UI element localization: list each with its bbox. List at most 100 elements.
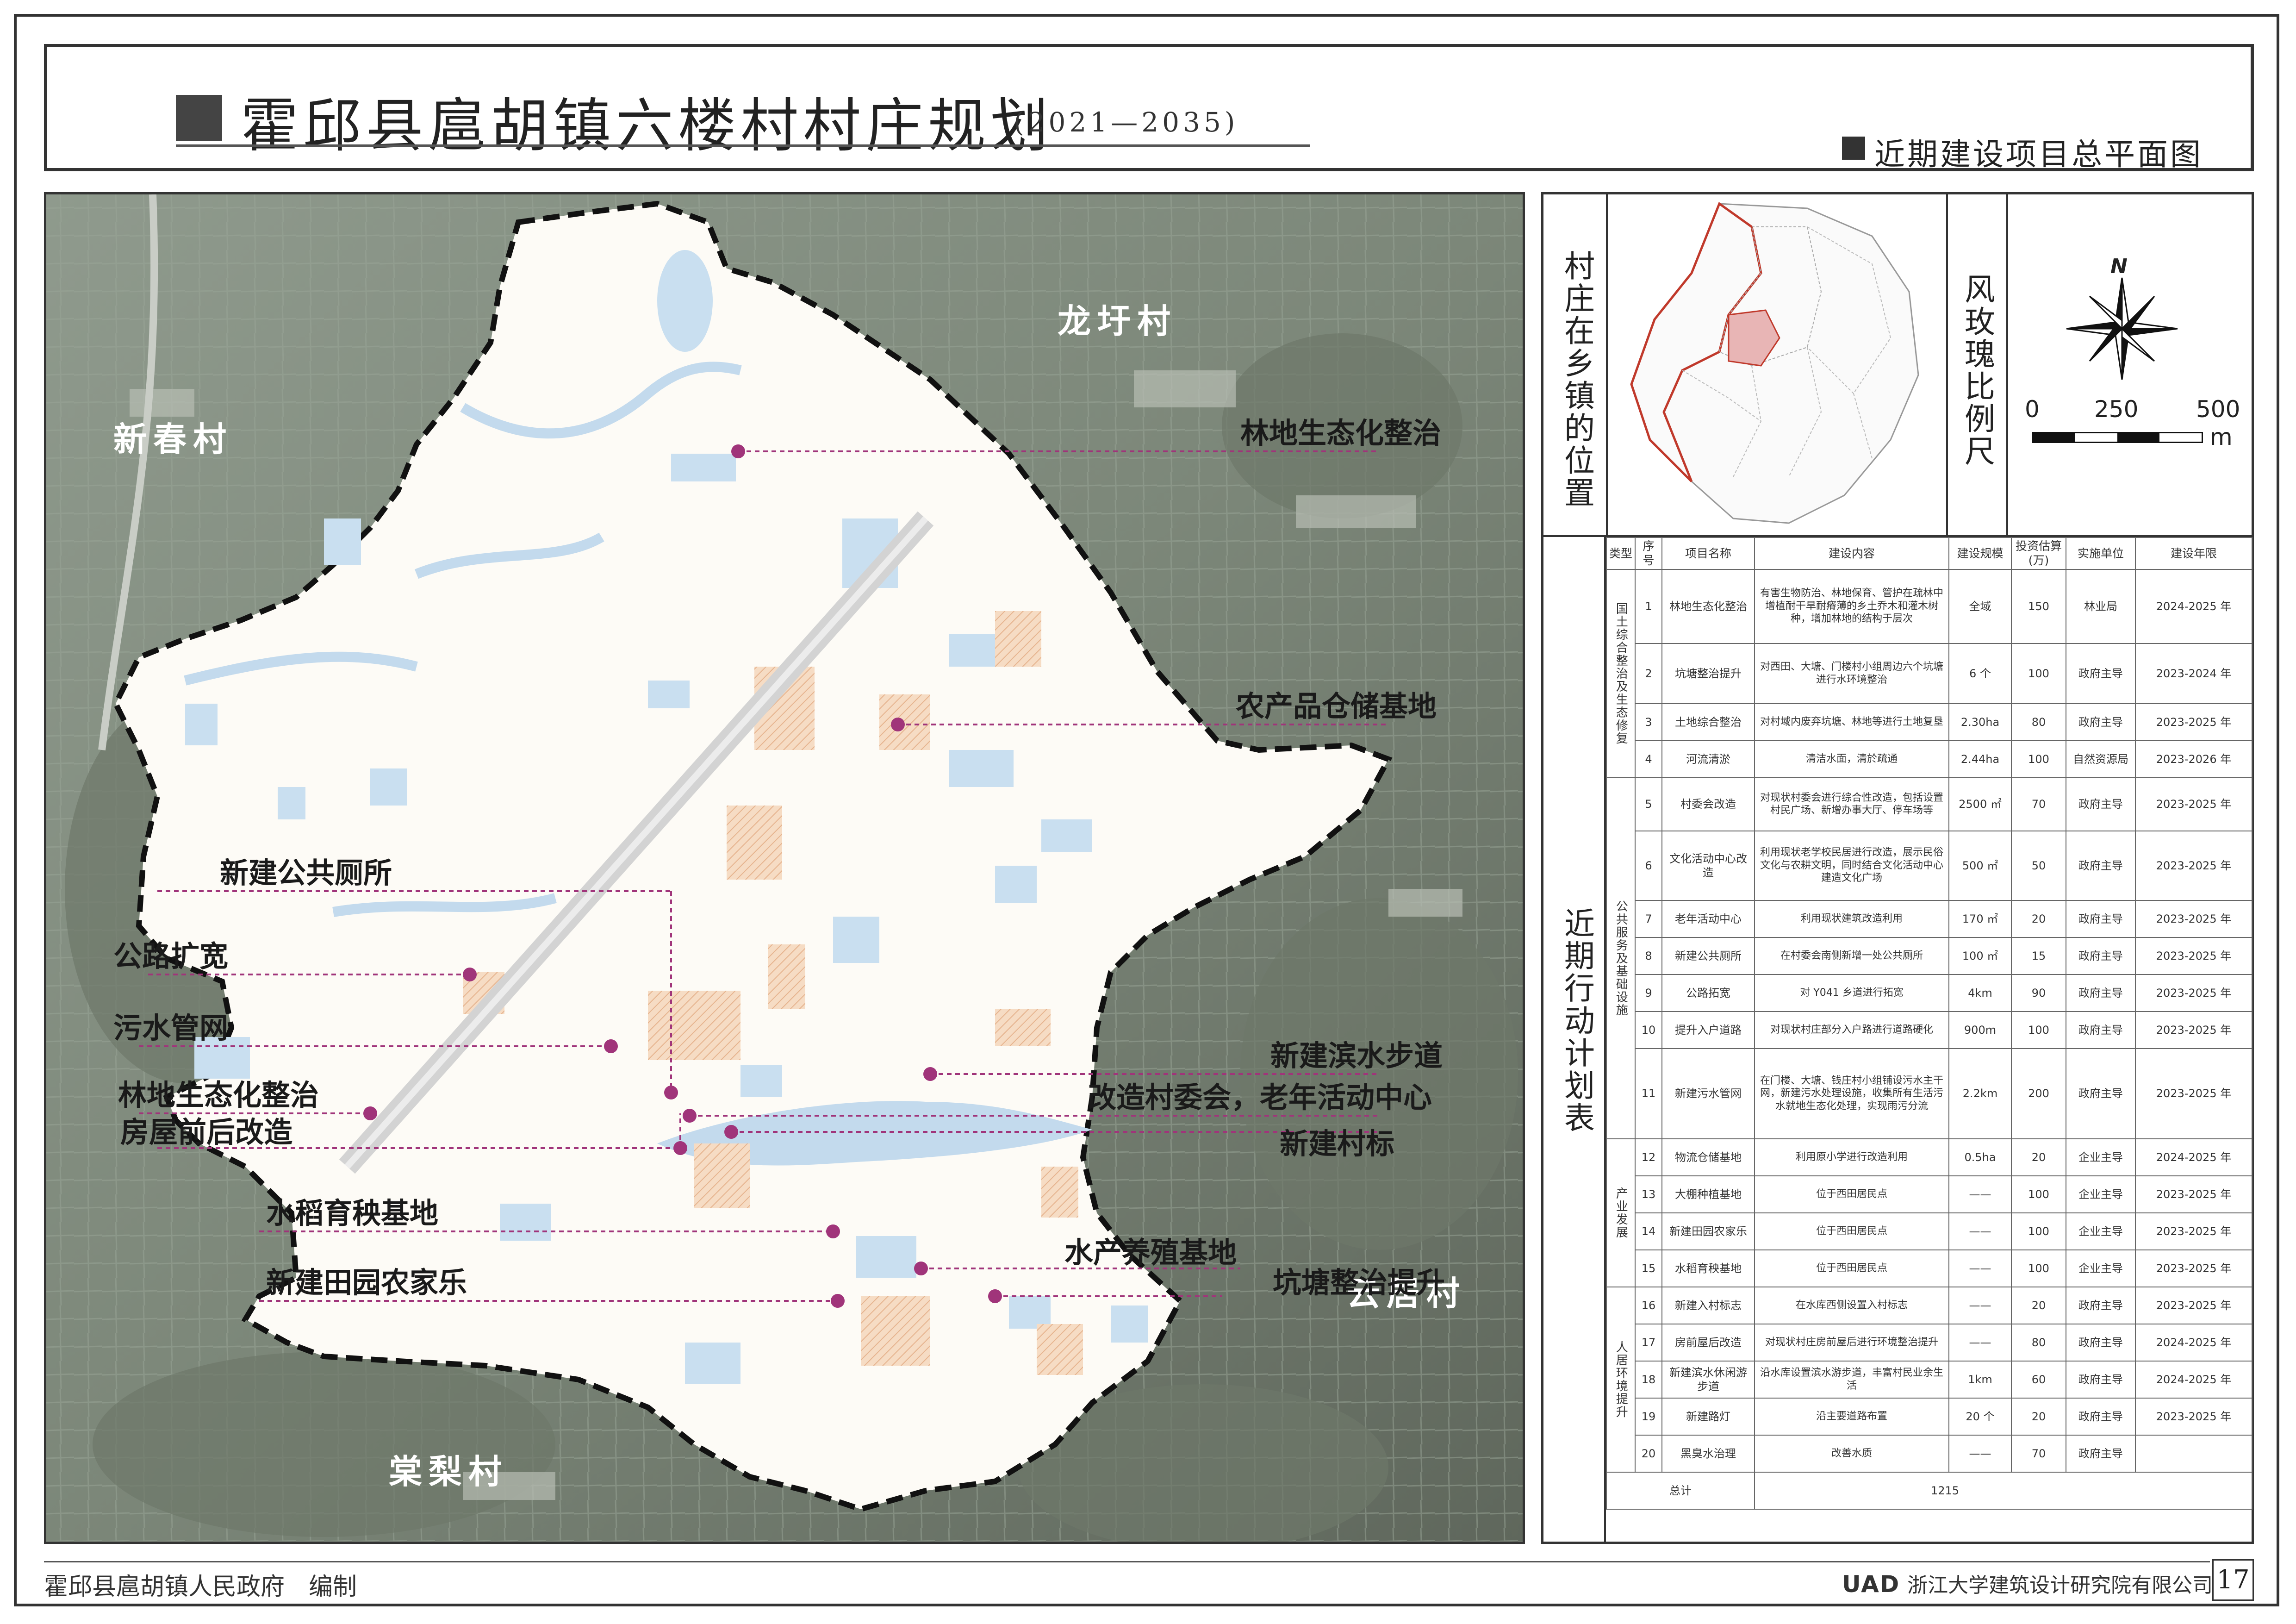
village-label-longyu: 龙圩村: [1058, 301, 1177, 341]
row-scale: 4km: [1948, 974, 2012, 1012]
row-unit: 政府主导: [2066, 974, 2136, 1012]
footer-rule: [44, 1561, 2210, 1562]
row-unit: 政府主导: [2066, 1360, 2136, 1399]
village-label-xinchun: 新春村: [113, 419, 233, 459]
header-investment: 投资估算(万): [2011, 537, 2066, 570]
table-row: 13 大棚种植基地 位于西田居民点 —— 100 企业主导 2023-2025 年: [1606, 1175, 2252, 1213]
label-farm: 新建田园农家乐: [266, 1266, 467, 1299]
table-row: 公共服务及基础设施 5 村委会改造 对现状村委会进行综合性改造，包括设置村民广场、新增…: [1606, 777, 2252, 1139]
row-project: 房前屋后改造: [1661, 1323, 1755, 1362]
row-index: 18: [1635, 1360, 1662, 1399]
row-unit: 政府主导: [2066, 899, 2136, 938]
row-project: 提升入户道路: [1661, 1011, 1755, 1049]
row-index: 15: [1635, 1249, 1662, 1287]
row-unit: 企业主导: [2066, 1212, 2136, 1250]
header-unit: 实施单位: [2066, 537, 2136, 570]
row-project: 新建公共厕所: [1661, 937, 1755, 975]
row-content: 有害生物防治、林地保育、管护在疏林中增植耐干旱耐瘠薄的乡土乔木和灌木树种，增加林…: [1754, 568, 1949, 644]
row-investment: 100: [2011, 1212, 2066, 1250]
row-scale: 全域: [1948, 568, 2012, 644]
row-unit: 企业主导: [2066, 1138, 2136, 1176]
row-scale: 20 个: [1948, 1397, 2012, 1436]
row-project: 新建入村标志: [1661, 1286, 1755, 1324]
row-project: 黑臭水治理: [1661, 1434, 1755, 1473]
row-content: 对现状村委会进行综合性改造，包括设置村民广场、新增办事大厅、停车场等: [1754, 777, 1949, 831]
scale-unit: m: [2210, 424, 2233, 450]
row-period: 2024-2025 年: [2135, 1360, 2252, 1399]
action-plan-table: 类型 序号 项目名称 建设内容 建设规模 投资估算(万) 实施单位 建设年限 国…: [1606, 537, 2252, 1510]
row-content: 清洁水面，清於疏通: [1754, 740, 1949, 778]
header-project: 项目名称: [1661, 537, 1755, 570]
row-unit: 政府主导: [2066, 830, 2136, 901]
row-index: 10: [1635, 1011, 1662, 1049]
row-project: 老年活动中心: [1661, 899, 1755, 938]
table-row: 6 文化活动中心改造 利用现状老学校民居进行改造，展示民俗文化与农耕文明，同时结合文…: [1606, 830, 2252, 901]
table-row: 10 提升入户道路 对现状村庄部分入户路进行道路硬化 900m 100 政府主导 2023-…: [1606, 1011, 2252, 1049]
row-scale: ——: [1948, 1323, 2012, 1362]
row-index: 5: [1635, 777, 1662, 831]
row-content: 沿主要道路布置: [1754, 1397, 1949, 1436]
table-row: 产业发展 12 物流仓储基地 利用原小学进行改造利用 0.5ha 20 企业主导 2024-2…: [1606, 1138, 2252, 1287]
row-investment: 200: [2011, 1048, 2066, 1139]
row-project: 新建污水管网: [1661, 1048, 1755, 1139]
row-investment: 15: [2011, 937, 2066, 975]
header-type: 类型: [1606, 537, 1636, 570]
label-toilet: 新建公共厕所: [220, 856, 392, 890]
row-project: 新建滨水休闲游步道: [1661, 1360, 1755, 1399]
label-rice: 水稻育秧基地: [266, 1196, 439, 1230]
row-period: 2023-2025 年: [2135, 899, 2252, 938]
row-content: 利用原小学进行改造利用: [1754, 1138, 1949, 1176]
table-row: 8 新建公共厕所 在村委会南侧新增一处公共厕所 100 ㎡ 15 政府主导 2023-202…: [1606, 937, 2252, 975]
row-investment: 80: [2011, 703, 2066, 741]
total-value: 1215: [1754, 1471, 2252, 1510]
table-row: 20 黑臭水治理 改善水质 —— 70 政府主导: [1606, 1434, 2252, 1473]
row-project: 水稻育秧基地: [1661, 1249, 1755, 1287]
row-content: 在水库西侧设置入村标志: [1754, 1286, 1949, 1324]
page-number: 17: [2212, 1559, 2254, 1601]
row-content: 对 Y041 乡道进行拓宽: [1754, 974, 1949, 1012]
compass-divider: [1946, 194, 1948, 537]
scale-bar: [2032, 432, 2203, 443]
table-row: 人居环境提升 16 新建入村标志 在水库西侧设置入村标志 —— 20 政府主导 2023-20…: [1606, 1286, 2252, 1473]
row-content: 利用现状建筑改造利用: [1754, 899, 1949, 938]
row-content: 位于西田居民点: [1754, 1175, 1949, 1213]
row-project: 坑塘整治提升: [1661, 643, 1755, 704]
compass-label-divider: [2006, 194, 2008, 537]
plan-map[interactable]: 龙圩村 新春村 云居村 棠梨村 林地生态化整治 农产品仓储基地 新建公共厕所 公…: [44, 192, 1525, 1544]
row-scale: 6 个: [1948, 643, 2012, 704]
row-investment: 100: [2011, 1175, 2066, 1213]
map-subtitle: 近期建设项目总平面图: [1874, 137, 2203, 172]
category-cell: 公共服务及基础设施: [1606, 777, 1636, 1139]
row-content: 位于西田居民点: [1754, 1249, 1949, 1287]
label-forest-ne: 林地生态化整治: [1240, 416, 1442, 450]
row-content: 在村委会南侧新增一处公共厕所: [1754, 937, 1949, 975]
row-content: 对村域内废弃坑塘、林地等进行土地复垦: [1754, 703, 1949, 741]
row-investment: 100: [2011, 1249, 2066, 1287]
label-committee: 改造村委会，老年活动中心: [1088, 1081, 1432, 1114]
label-sewer: 污水管网: [113, 1011, 229, 1045]
row-project: 土地综合整治: [1661, 703, 1755, 741]
row-period: 2023-2025 年: [2135, 1175, 2252, 1213]
row-investment: 100: [2011, 740, 2066, 778]
subtitle-marker: [1842, 137, 1865, 160]
title-marker: [176, 95, 222, 141]
header-index: 序号: [1635, 537, 1662, 570]
row-project: 林地生态化整治: [1661, 568, 1755, 644]
row-period: 2023-2025 年: [2135, 703, 2252, 741]
table-row: 15 水稻育秧基地 位于西田居民点 —— 100 企业主导 2023-2025 年: [1606, 1249, 2252, 1287]
row-project: 河流清淤: [1661, 740, 1755, 778]
row-period: 2023-2025 年: [2135, 1286, 2252, 1324]
row-unit: 政府主导: [2066, 937, 2136, 975]
row-period: 2023-2025 年: [2135, 974, 2252, 1012]
header-content: 建设内容: [1754, 537, 1949, 570]
row-project: 大棚种植基地: [1661, 1175, 1755, 1213]
row-period: 2023-2025 年: [2135, 1249, 2252, 1287]
row-scale: ——: [1948, 1212, 2012, 1250]
table-row: 国土综合整治及生态修复 1 林地生态化整治 有害生物防治、林地保育、管护在疏林中增植耐…: [1606, 568, 2252, 778]
category-cell: 国土综合整治及生态修复: [1606, 568, 1636, 778]
row-period: 2023-2026 年: [2135, 740, 2252, 778]
table-row: 14 新建田园农家乐 位于西田居民点 —— 100 企业主导 2023-2025 年: [1606, 1212, 2252, 1250]
row-index: 2: [1635, 643, 1662, 704]
row-investment: 80: [2011, 1323, 2066, 1362]
row-project: 新建田园农家乐: [1661, 1212, 1755, 1250]
